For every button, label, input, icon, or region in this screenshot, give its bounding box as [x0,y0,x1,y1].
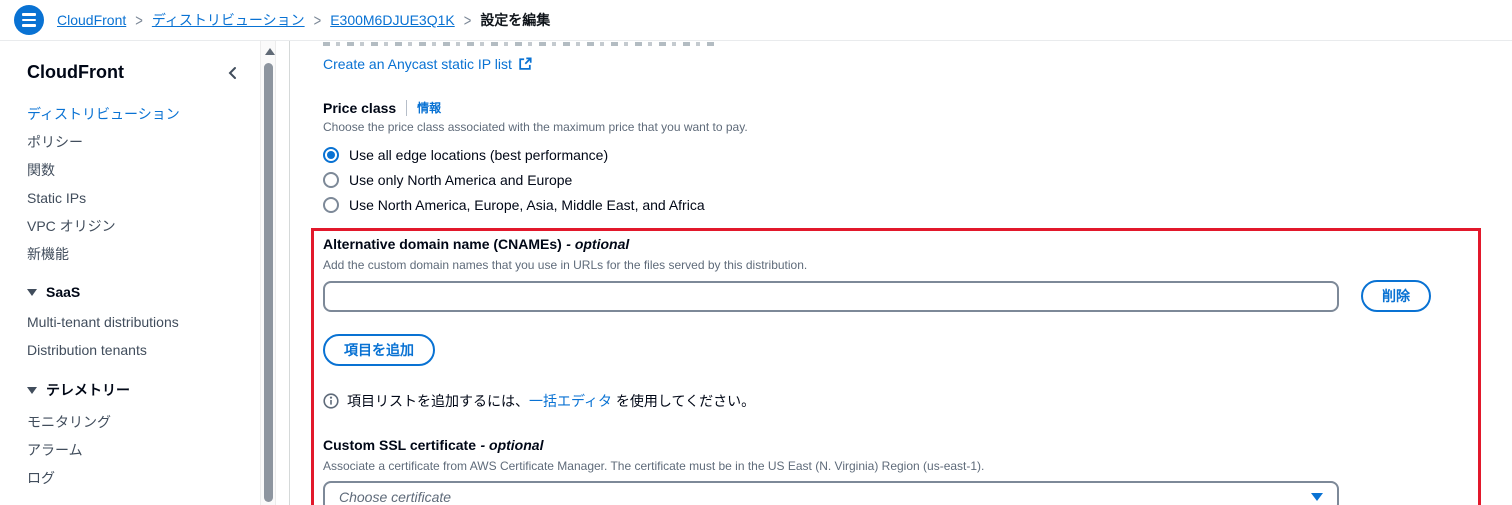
price-class-info-link[interactable]: 情報 [417,99,441,116]
dropdown-caret-icon [1311,492,1323,501]
sidebar-nav: CloudFront ディストリビューション ポリシー 関数 Static IP… [0,41,260,505]
hamburger-menu-icon[interactable] [14,5,44,35]
breadcrumb: CloudFront > ディストリビューション > E300M6DJUE3Q1… [57,10,550,30]
external-link-icon [518,57,532,71]
certificate-select-placeholder: Choose certificate [339,488,452,505]
sidebar-item-alarms[interactable]: アラーム [27,442,83,458]
cnames-label: Alternative domain name (CNAMEs) [323,236,562,252]
info-circle-icon [323,393,339,409]
sidebar-item-policies[interactable]: ポリシー [27,134,83,150]
sidebar-scrollbar[interactable] [260,41,276,505]
create-anycast-static-ip-list-link[interactable]: Create an Anycast static IP list [323,56,532,72]
sidebar-item-functions[interactable]: 関数 [27,162,55,178]
add-item-button[interactable]: 項目を追加 [323,334,435,366]
triangle-down-icon [27,386,37,394]
breadcrumb-current-edit-settings: 設定を編集 [480,12,551,28]
triangle-down-icon [27,288,37,296]
chevron-right-icon: > [135,10,143,30]
breadcrumb-bar: CloudFront > ディストリビューション > E300M6DJUE3Q1… [0,0,1512,41]
clipped-scrolled-text [323,42,715,46]
sidebar-item-static-ips[interactable]: Static IPs [27,190,86,206]
delete-cname-button[interactable]: 削除 [1361,280,1431,312]
breadcrumb-distributions[interactable]: ディストリビューション [152,10,305,30]
sidebar-item-vpc-origins[interactable]: VPC オリジン [27,218,116,234]
sidebar-item-distributions[interactable]: ディストリビューション [27,106,180,122]
sidebar-item-multi-tenant-distributions[interactable]: Multi-tenant distributions [27,314,179,330]
radio-unselected-icon[interactable] [323,172,339,188]
edit-settings-form: Create an Anycast static IP list Price c… [290,41,1512,505]
radio-option-na-eu-asia-me-africa[interactable]: Use North America, Europe, Asia, Middle … [323,197,1512,213]
cnames-description: Add the custom domain names that you use… [323,258,808,272]
certificate-select[interactable]: Choose certificate [323,481,1339,505]
highlighted-cname-ssl-section: Alternative domain name (CNAMEs) - optio… [311,228,1481,505]
breadcrumb-distribution-id[interactable]: E300M6DJUE3Q1K [330,12,455,28]
radio-unselected-icon[interactable] [323,197,339,213]
sidebar-item-distribution-tenants[interactable]: Distribution tenants [27,342,147,358]
scrollbar-thumb[interactable] [263,63,273,502]
custom-ssl-description: Associate a certificate from AWS Certifi… [323,459,985,473]
sidebar-title: CloudFront [27,62,124,82]
sidebar-item-monitoring[interactable]: モニタリング [27,414,111,430]
bulk-editor-hint-text: 項目リストを追加するには、一括エディタ を使用してください。 [347,393,756,409]
price-class-radio-group: Use all edge locations (best performance… [323,147,1512,213]
bulk-editor-link[interactable]: 一括エディタ [529,393,612,409]
chevron-right-icon: > [463,10,472,30]
breadcrumb-cloudfront[interactable]: CloudFront [57,12,126,28]
chevron-right-icon: > [313,10,322,30]
cnames-optional-suffix: - optional [566,236,630,252]
sidebar-item-whats-new[interactable]: 新機能 [27,246,69,262]
price-class-label: Price class [323,99,397,116]
radio-option-all-edge-locations[interactable]: Use all edge locations (best performance… [323,147,1512,163]
cname-input[interactable] [323,280,1339,312]
radio-selected-icon[interactable] [323,147,339,163]
label-divider [406,99,408,116]
collapse-sidebar-icon[interactable] [226,66,238,80]
sidebar-section-saas[interactable]: SaaS [27,284,260,300]
sidebar-section-telemetry[interactable]: テレメトリー [27,380,260,400]
radio-option-north-america-europe[interactable]: Use only North America and Europe [323,172,1512,188]
sidebar-item-logs[interactable]: ログ [27,470,55,486]
price-class-description: Choose the price class associated with t… [323,120,748,134]
custom-ssl-label: Custom SSL certificate [323,437,477,453]
scrollbar-up-arrow-icon[interactable] [264,48,275,55]
custom-ssl-optional-suffix: - optional [480,437,544,453]
